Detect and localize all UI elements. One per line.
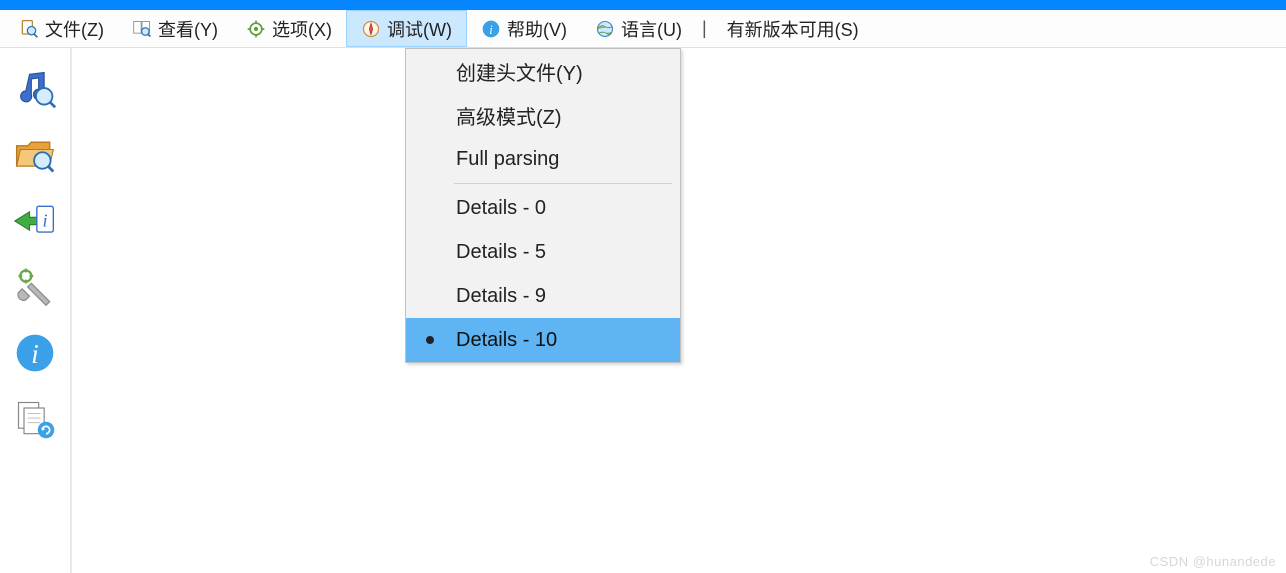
menu-language[interactable]: 语言(U) [581,10,696,47]
menu-view[interactable]: 查看(Y) [118,10,232,47]
bullet-icon [426,336,434,344]
svg-text:i: i [489,23,493,37]
dropdown-item-label: Details - 10 [456,329,557,352]
dropdown-advanced-mode[interactable]: 高级模式(Z) [406,93,680,137]
info-icon: i [481,19,501,39]
dropdown-details-10[interactable]: Details - 10 [406,318,680,362]
music-search-icon [13,67,57,111]
menu-bar: 文件(Z) 查看(Y) 选项(X) 调试(W) i 帮助(V) 语言(U) | … [0,10,1286,48]
folder-search-icon [13,133,57,177]
title-bar [0,0,1286,10]
globe-icon [595,19,615,39]
dropdown-item-label: Full parsing [456,148,559,171]
dropdown-create-header[interactable]: 创建头文件(Y) [406,49,680,93]
menu-update-label: 有新版本可用(S) [727,16,859,42]
menu-debug[interactable]: 调试(W) [346,10,467,47]
menu-view-label: 查看(Y) [158,16,218,42]
info-icon: i [13,331,57,375]
dropdown-item-label: Details - 0 [456,197,546,220]
menu-help[interactable]: i 帮助(V) [467,10,581,47]
left-toolbar: i i [0,48,72,573]
documents-refresh-icon [13,397,57,441]
tool-import-info[interactable]: i [10,196,60,246]
menu-options[interactable]: 选项(X) [232,10,346,47]
tool-settings[interactable] [10,262,60,312]
compass-icon [361,19,381,39]
dropdown-item-label: 创建头文件(Y) [456,57,583,86]
tool-documents-refresh[interactable] [10,394,60,444]
dropdown-item-label: 高级模式(Z) [456,101,562,130]
tool-info[interactable]: i [10,328,60,378]
dropdown-item-label: Details - 5 [456,241,546,264]
gear-icon [246,19,266,39]
menu-file[interactable]: 文件(Z) [5,10,118,47]
menu-options-label: 选项(X) [272,16,332,42]
watermark: CSDN @hunandede [1150,554,1276,569]
menu-help-label: 帮助(V) [507,16,567,42]
settings-wrench-icon [13,265,57,309]
menu-separator: | [696,18,713,39]
svg-text:i: i [31,338,39,369]
dropdown-details-5[interactable]: Details - 5 [406,230,680,274]
dropdown-full-parsing[interactable]: Full parsing [406,137,680,181]
debug-dropdown: 创建头文件(Y) 高级模式(Z) Full parsing Details - … [405,48,681,363]
tool-music-search[interactable] [10,64,60,114]
menu-update[interactable]: 有新版本可用(S) [713,10,873,47]
svg-text:i: i [43,211,48,231]
dropdown-separator [454,183,672,184]
tool-folder-search[interactable] [10,130,60,180]
menu-debug-label: 调试(W) [387,16,452,42]
dropdown-details-9[interactable]: Details - 9 [406,274,680,318]
document-search-icon [19,19,39,39]
menu-file-label: 文件(Z) [45,16,104,42]
panel-search-icon [132,19,152,39]
menu-language-label: 语言(U) [621,16,682,42]
dropdown-details-0[interactable]: Details - 0 [406,186,680,230]
import-info-icon: i [13,199,57,243]
dropdown-item-label: Details - 9 [456,285,546,308]
